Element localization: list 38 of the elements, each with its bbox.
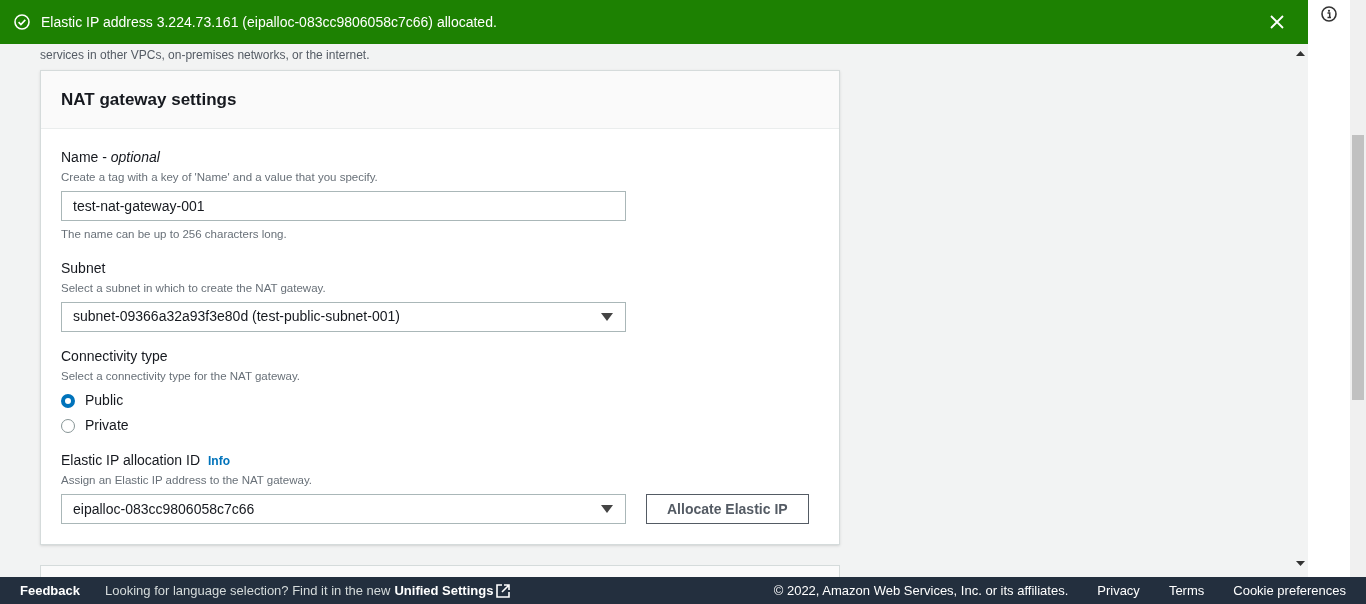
field-description: Select a connectivity type for the NAT gateway. — [61, 368, 302, 384]
scroll-up-icon[interactable] — [1296, 51, 1305, 56]
caret-icon — [601, 505, 613, 514]
radio-button[interactable] — [61, 393, 75, 408]
select-field[interactable]: subnet-09366a32a93f3e80d (test-public-subnet-001) — [61, 301, 626, 332]
scrollbar-thumb[interactable] — [1352, 135, 1364, 400]
constraint-text: The name can be up to 256 characters long. — [61, 227, 288, 243]
footer-link[interactable]: Terms — [1168, 580, 1205, 601]
field-description: Assign an Elastic IP address to the NAT gateway. — [61, 473, 313, 488]
field-label: Connectivity type — [61, 346, 168, 366]
info-link[interactable]: Info — [208, 451, 231, 470]
field-label: Subnet — [61, 258, 106, 278]
field-description: Create a tag with a key of 'Name' and a value that you specify. — [61, 170, 379, 185]
banner-message: Elastic IP address 3.224.73.161 (eipalloc-083cc9806058c7c66) allocated. — [41, 12, 498, 32]
external-link-icon — [496, 583, 511, 598]
caret-icon — [601, 312, 613, 321]
intro-text: services in other VPCs, on-premises networks, or the internet. — [40, 47, 371, 64]
unified-settings-link[interactable]: Unified Settings — [394, 580, 511, 601]
footer-link[interactable]: Privacy — [1097, 580, 1140, 601]
radio-button[interactable] — [61, 418, 75, 433]
allocate-button[interactable]: Allocate Elastic IP — [646, 494, 809, 525]
copyright-text: © 2022, Amazon Web Services, Inc. or its affiliates. — [773, 581, 1069, 600]
radio-label: Public — [85, 391, 124, 410]
panel-title: NAT gateway settings — [61, 88, 237, 111]
text-input[interactable]: test-nat-gateway-001 — [61, 191, 626, 222]
field-label: Elastic IP allocation ID — [61, 451, 201, 470]
scrollbar[interactable] — [1350, 0, 1366, 577]
close-button[interactable] — [1270, 15, 1284, 29]
scroll-down-icon[interactable] — [1296, 561, 1305, 566]
language-note: Looking for language selection? Find it in the new — [105, 581, 391, 600]
success-icon — [14, 14, 30, 30]
feedback-link[interactable]: Feedback — [20, 580, 80, 601]
footer-link[interactable]: Cookie preferences — [1233, 580, 1346, 601]
radio-label: Private — [85, 416, 129, 435]
field-description: Select a subnet in which to create the NAT gateway. — [61, 280, 327, 296]
select-field[interactable]: eipalloc-083cc9806058c7c66 — [61, 494, 626, 525]
info-icon[interactable] — [1321, 6, 1337, 22]
field-label: Name - optional — [61, 148, 160, 167]
